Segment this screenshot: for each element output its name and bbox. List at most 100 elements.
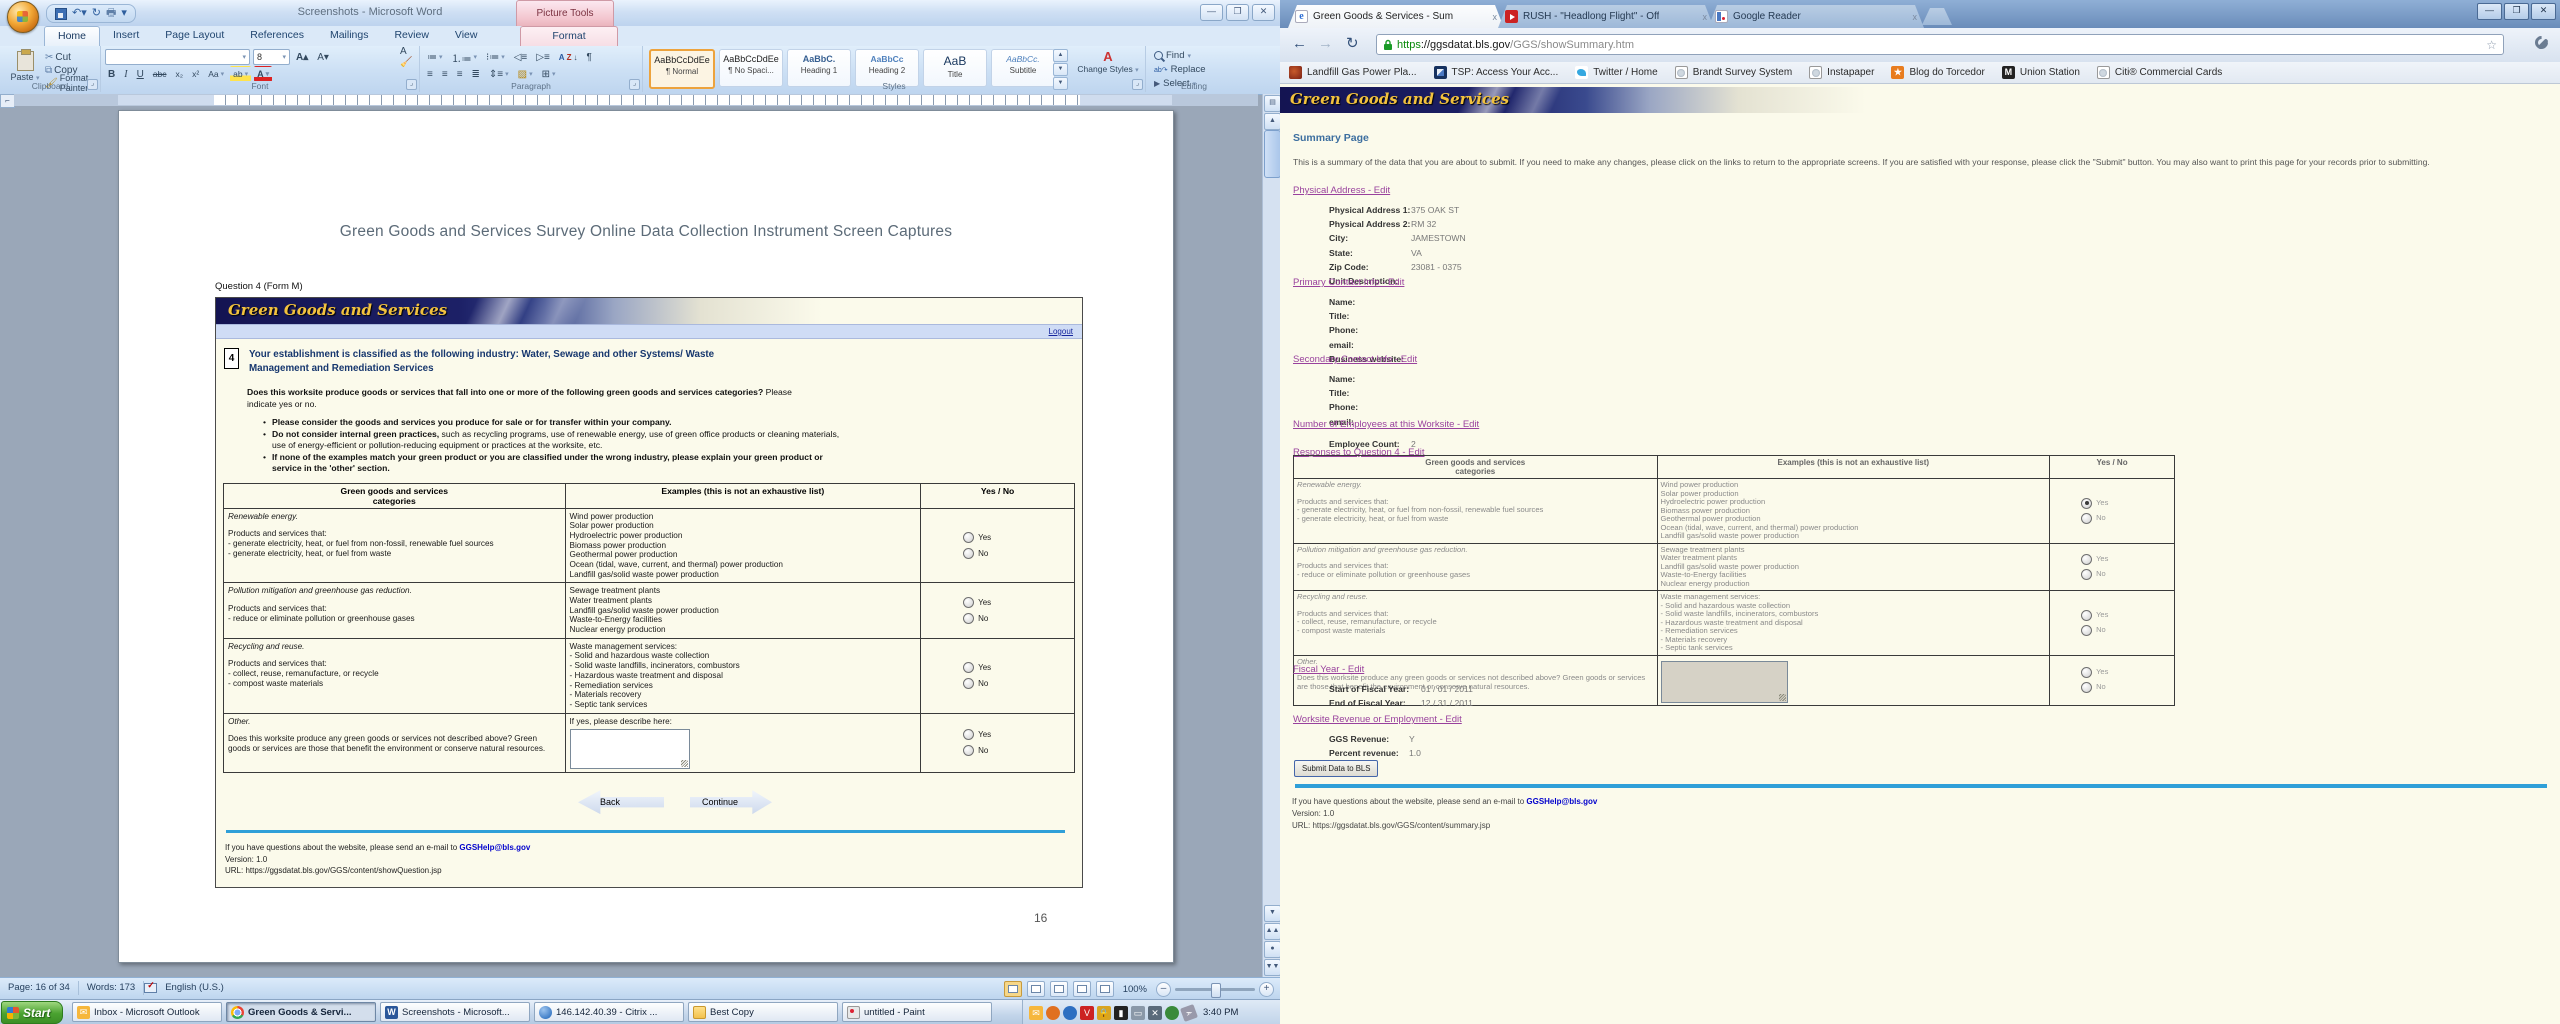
scroll-down-arrow[interactable]: ▼ bbox=[1264, 905, 1280, 922]
radio-yes-selected[interactable]: Yes bbox=[2081, 498, 2108, 509]
zoom-slider[interactable]: – + bbox=[1156, 982, 1274, 997]
align-left-button[interactable]: ≡ bbox=[424, 66, 436, 82]
tray-antivirus-icon[interactable]: V bbox=[1080, 1006, 1094, 1020]
strikethrough-button[interactable]: abc bbox=[150, 66, 170, 82]
tray-updates-icon[interactable] bbox=[1063, 1006, 1077, 1020]
tray-network-icon[interactable]: ✕ bbox=[1148, 1006, 1162, 1020]
radio-yes[interactable]: Yes bbox=[2081, 554, 2108, 565]
tab-view[interactable]: View bbox=[442, 26, 491, 46]
paragraph-dialog-launcher[interactable]: ⌟ bbox=[629, 79, 640, 90]
start-button[interactable]: Start bbox=[1, 1001, 63, 1024]
shrink-font-button[interactable]: A▾ bbox=[314, 49, 332, 65]
tab-review[interactable]: Review bbox=[381, 26, 441, 46]
font-dialog-launcher[interactable]: ⌟ bbox=[406, 79, 417, 90]
spellcheck-icon[interactable]: ✓ bbox=[144, 981, 157, 994]
word-minimize-button[interactable]: — bbox=[1200, 4, 1223, 21]
back-icon[interactable]: ← bbox=[1292, 35, 1307, 53]
radio-yes[interactable]: Yes bbox=[963, 532, 991, 543]
find-button[interactable]: Find ▾ bbox=[1154, 49, 1206, 62]
increase-indent-button[interactable]: ▷≡ bbox=[533, 49, 553, 65]
office-button[interactable] bbox=[7, 1, 39, 33]
new-tab-button[interactable] bbox=[1922, 8, 1952, 25]
browser-tab-ggs[interactable]: e Green Goods & Services - Sum x bbox=[1288, 5, 1504, 28]
tab-page-layout[interactable]: Page Layout bbox=[152, 26, 237, 46]
status-page[interactable]: Page: 16 of 34 bbox=[8, 982, 70, 993]
tab-close-icon[interactable]: x bbox=[1703, 12, 1708, 22]
radio-yes[interactable]: Yes bbox=[963, 597, 991, 608]
print-preview-icon[interactable]: 🖶 bbox=[106, 8, 116, 19]
tray-sync-icon[interactable] bbox=[1165, 1006, 1179, 1020]
underline-button[interactable]: U bbox=[134, 66, 147, 82]
radio-yes[interactable]: Yes bbox=[2081, 667, 2108, 678]
taskbar-button-word[interactable]: W Screenshots - Microsoft... bbox=[380, 1002, 530, 1022]
bookmark-union-station[interactable]: MUnion Station bbox=[2002, 66, 2080, 79]
save-icon[interactable] bbox=[55, 8, 67, 20]
taskbar-button-folder[interactable]: Best Copy bbox=[688, 1002, 838, 1022]
bookmark-citi[interactable]: Citi® Commercial Cards bbox=[2097, 66, 2222, 79]
radio-no[interactable]: No bbox=[2081, 569, 2106, 580]
multilevel-list-button[interactable]: ⁝≔▾ bbox=[483, 49, 508, 65]
grow-font-button[interactable]: A▴ bbox=[293, 49, 311, 65]
embedded-screenshot[interactable]: Green Goods and Services Logout 4 Your e… bbox=[215, 297, 1083, 888]
scroll-up-arrow[interactable]: ▲ bbox=[1264, 113, 1280, 130]
tab-insert[interactable]: Insert bbox=[100, 26, 152, 46]
undo-icon[interactable]: ↶▾ bbox=[72, 8, 87, 19]
replace-button[interactable]: ab↷Replace bbox=[1154, 63, 1206, 76]
change-styles-button[interactable]: A Change Styles ▾ bbox=[1075, 49, 1141, 74]
bookmark-star-icon[interactable]: ☆ bbox=[2486, 38, 2497, 52]
tab-references[interactable]: References bbox=[237, 26, 317, 46]
view-outline-button[interactable] bbox=[1073, 981, 1091, 997]
browser-tab-google-reader[interactable]: Google Reader x bbox=[1708, 5, 1924, 28]
change-case-button[interactable]: Aa▾ bbox=[205, 66, 227, 82]
primary-contact-edit-link[interactable]: Primary Contact Info - Edit bbox=[1293, 277, 1404, 288]
radio-no[interactable]: No bbox=[963, 678, 988, 689]
tray-display-icon[interactable]: ▭ bbox=[1131, 1006, 1145, 1020]
help-email-link[interactable]: GGSHelp@bls.gov bbox=[459, 843, 530, 852]
back-button[interactable]: Back bbox=[578, 789, 664, 815]
secondary-contact-edit-link[interactable]: Secondary Contact Info - Edit bbox=[1293, 354, 1417, 365]
radio-no[interactable]: No bbox=[2081, 625, 2106, 636]
tab-home[interactable]: Home bbox=[44, 26, 100, 47]
browser-minimize-button[interactable]: — bbox=[2477, 3, 2502, 20]
clipboard-dialog-launcher[interactable]: ⌟ bbox=[87, 79, 98, 90]
radio-yes[interactable]: Yes bbox=[2081, 610, 2108, 621]
status-words[interactable]: Words: 173 bbox=[87, 982, 135, 993]
taskbar-button-citrix[interactable]: 146.142.40.39 - Citrix ... bbox=[534, 1002, 684, 1022]
taskbar-button-outlook[interactable]: ✉ Inbox - Microsoft Outlook bbox=[72, 1002, 222, 1022]
ruler-toggle-button[interactable]: ▤ bbox=[1264, 95, 1280, 112]
tab-close-icon[interactable]: x bbox=[1493, 12, 1498, 22]
employees-edit-link[interactable]: Number of Employees at this Worksite - E… bbox=[1293, 419, 1479, 430]
view-fullscreen-button[interactable] bbox=[1027, 981, 1045, 997]
radio-no[interactable]: No bbox=[2081, 513, 2106, 524]
fiscal-year-edit-link[interactable]: Fiscal Year - Edit bbox=[1293, 664, 1364, 675]
view-print-layout-button[interactable] bbox=[1004, 981, 1022, 997]
radio-yes[interactable]: Yes bbox=[963, 729, 991, 740]
tab-mailings[interactable]: Mailings bbox=[317, 26, 382, 46]
font-size-combo[interactable]: 8▾ bbox=[253, 49, 290, 65]
taskbar-button-chrome[interactable]: Green Goods & Servi... bbox=[226, 1002, 376, 1022]
radio-no[interactable]: No bbox=[963, 613, 988, 624]
bookmark-twitter[interactable]: Twitter / Home bbox=[1575, 66, 1657, 79]
bookmark-brandt[interactable]: Brandt Survey System bbox=[1675, 66, 1792, 79]
bullets-button[interactable]: ≔▾ bbox=[424, 49, 446, 65]
tray-lock-icon[interactable]: 🔒 bbox=[1097, 1006, 1111, 1020]
tab-format[interactable]: Format bbox=[520, 26, 618, 47]
tray-mail-icon[interactable]: ✉ bbox=[1029, 1006, 1043, 1020]
browser-restore-button[interactable]: ❐ bbox=[2504, 3, 2529, 20]
subscript-button[interactable]: x₂ bbox=[173, 66, 187, 82]
italic-button[interactable]: I bbox=[121, 66, 130, 82]
browser-tab-youtube[interactable]: RUSH - "Headlong Flight" - Off x bbox=[1498, 5, 1714, 28]
vertical-scrollbar[interactable]: ▤ ▲ ▼ ▲▲ ● ▼▼ bbox=[1262, 94, 1280, 977]
align-center-button[interactable]: ≡ bbox=[439, 66, 451, 82]
browser-close-button[interactable]: ✕ bbox=[2531, 3, 2556, 20]
reload-icon[interactable]: ↻ bbox=[1346, 35, 1359, 53]
previous-page-button[interactable]: ▲▲ bbox=[1264, 923, 1280, 940]
styles-scroll-down[interactable]: ▼ bbox=[1053, 63, 1068, 76]
logout-link[interactable]: Logout bbox=[1049, 327, 1073, 336]
continue-button[interactable]: Continue bbox=[690, 789, 772, 815]
clear-formatting-button[interactable]: A🧹 bbox=[397, 49, 421, 65]
zoom-level[interactable]: 100% bbox=[1123, 984, 1147, 995]
radio-no[interactable]: No bbox=[963, 745, 988, 756]
bookmark-landfill[interactable]: Landfill Gas Power Pla... bbox=[1289, 66, 1417, 79]
submit-button[interactable]: Submit Data to BLS bbox=[1294, 760, 1378, 777]
